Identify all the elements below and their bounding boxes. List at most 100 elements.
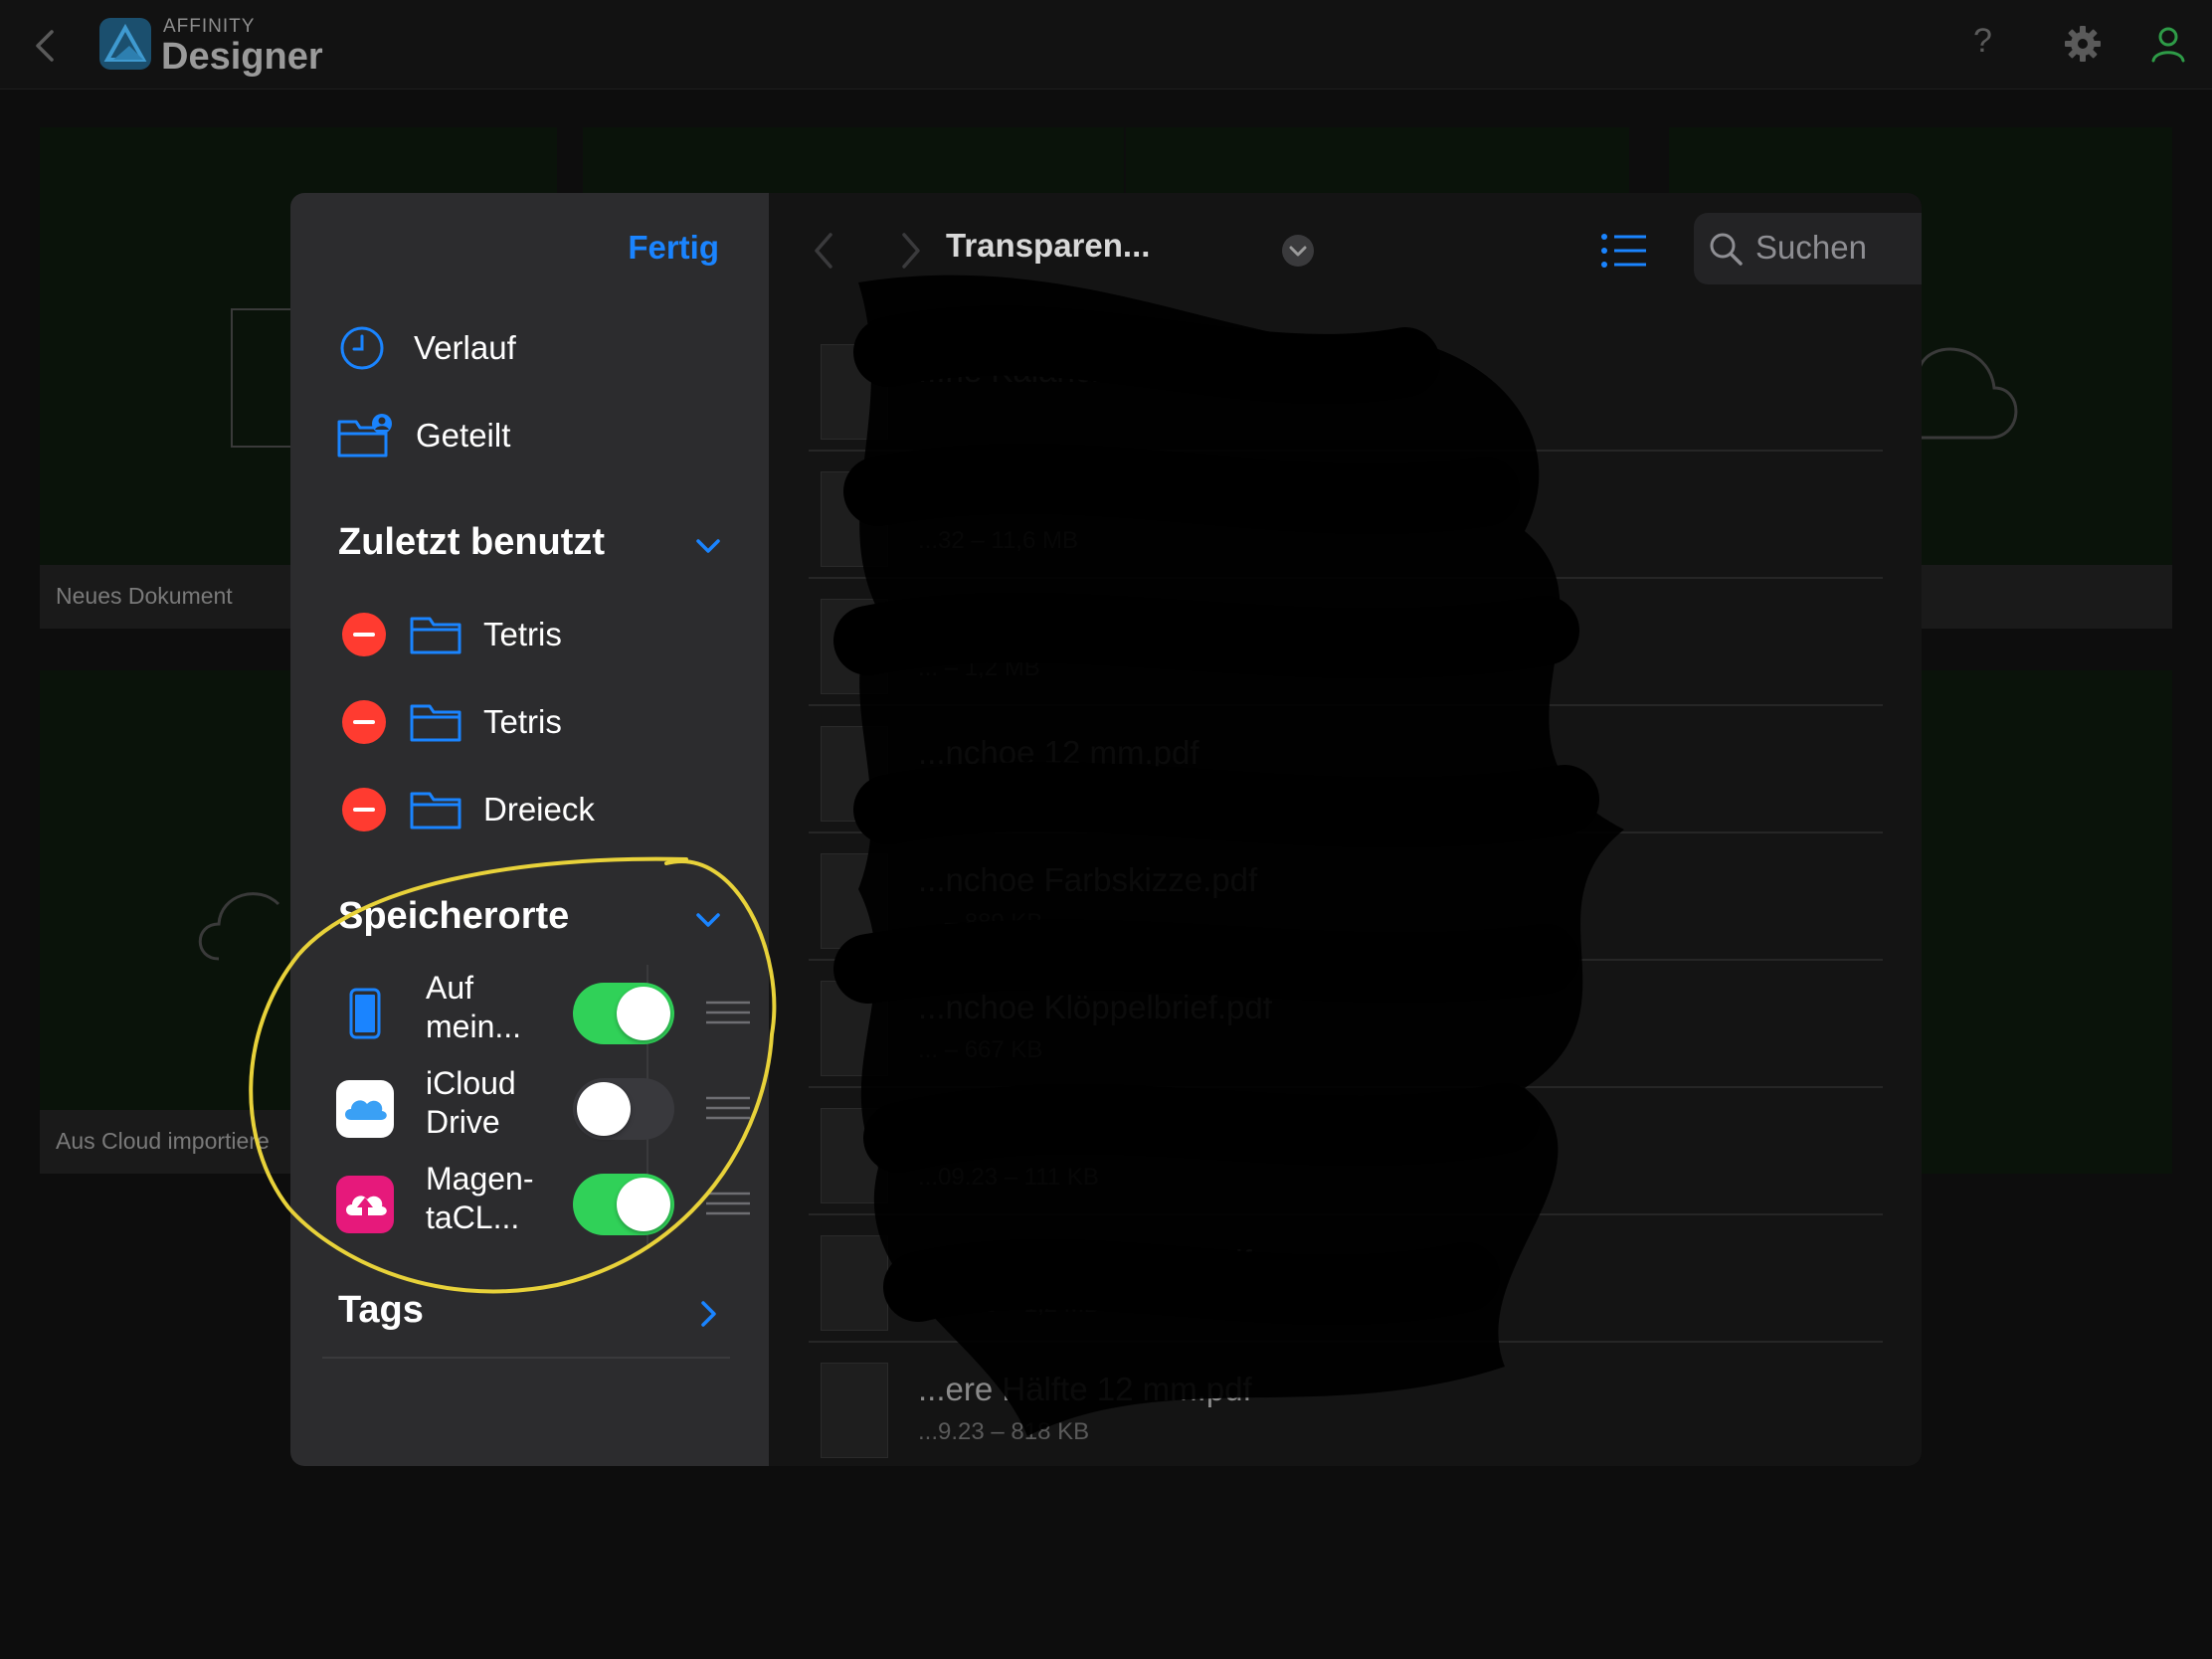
file-picker-sidebar: Fertig Verlauf Geteilt Zuletzt benutzt T…	[290, 193, 769, 1466]
affinity-designer-logo	[99, 18, 151, 70]
file-name: ...ne Kalanchoe Klöppelbrief.pdf	[918, 352, 1383, 389]
help-button[interactable]: ?	[1973, 22, 1992, 61]
file-name: ...nchoe 12 mm.pdf	[918, 734, 1199, 771]
file-name: ...nchoe vergrößert 10 mm.pdf	[918, 1116, 1360, 1153]
done-button[interactable]: Fertig	[628, 229, 719, 267]
location-label: Auf mein...	[426, 969, 555, 1046]
recent-item[interactable]: Dreieck	[342, 780, 595, 839]
file-meta: ...32 – 11,6 MB	[918, 527, 1078, 554]
file-meta: ...9.23 – 818 KB	[918, 1418, 1090, 1445]
folder-icon	[410, 704, 461, 742]
current-folder-title: Transparen...	[946, 227, 1151, 264]
file-name: ...nchoe Klöppelbrief.pdf	[918, 989, 1272, 1025]
app-toolbar: AFFINITY Designer ?	[0, 0, 2212, 90]
ipad-icon	[349, 988, 381, 1039]
file-name: Kalanchoe.afdesign	[918, 479, 1206, 516]
gear-icon[interactable]	[2063, 24, 2103, 64]
search-field[interactable]: Suchen	[1694, 213, 1922, 284]
file-picker-dialog: Fertig Verlauf Geteilt Zuletzt benutzt T…	[290, 193, 1922, 1466]
file-row[interactable]: ...ere Hälfte 10 mm.pdf ...09.23 – 1,2 MB	[809, 1215, 1883, 1343]
file-name: ...nchoe 10 mm.pdf	[918, 607, 1199, 644]
location-label-line: taCL...	[426, 1199, 520, 1235]
file-row[interactable]: ...ere Hälfte 12 mm.pdf ...9.23 – 818 KB	[809, 1343, 1883, 1466]
location-label-line: Drive	[426, 1104, 500, 1140]
chevron-right-icon[interactable]	[693, 1299, 723, 1329]
magentacloud-icon	[336, 1176, 394, 1233]
drag-handle-icon[interactable]	[706, 999, 750, 1026]
file-meta: ...09.23 – 1,2 MB	[918, 1291, 1100, 1318]
location-label: Magen- taCL...	[426, 1160, 555, 1237]
sidebar-item-label: Geteilt	[416, 417, 511, 454]
forward-arrow-icon[interactable]	[896, 229, 926, 273]
location-label-line: Auf	[426, 970, 474, 1006]
file-meta: ...9.23 – 1,5 MB	[918, 782, 1087, 809]
file-row[interactable]: ...nchoe vergrößert 10 mm.pdf ...09.23 – …	[809, 1088, 1883, 1215]
file-thumbnail	[821, 1235, 888, 1331]
file-thumbnail	[821, 599, 888, 694]
sidebar-item-label: Verlauf	[414, 329, 516, 366]
file-browser: Transparen... Suchen ...ne Kalanchoe Klö…	[769, 193, 1922, 1466]
location-item-magentacloud[interactable]: Magen- taCL...	[336, 1160, 750, 1249]
back-arrow-icon[interactable]	[809, 229, 838, 273]
file-row[interactable]: Kalanchoe.afdesign ...32 – 11,6 MB	[809, 452, 1883, 579]
file-meta: ... – 667 KB	[918, 1036, 1043, 1063]
drag-handle-icon[interactable]	[706, 1190, 750, 1217]
clock-icon	[340, 326, 384, 370]
shared-folder-icon	[337, 414, 392, 458]
location-label-line: Magen-	[426, 1161, 534, 1197]
file-name: ...ere Hälfte 10 mm.pdf	[918, 1243, 1252, 1280]
file-thumbnail	[821, 726, 888, 822]
recent-item[interactable]: Tetris	[342, 692, 562, 752]
person-icon[interactable]	[2148, 24, 2188, 64]
list-view-icon[interactable]	[1600, 231, 1648, 271]
card-label	[1918, 565, 2172, 629]
file-thumbnail	[821, 1108, 888, 1203]
remove-icon[interactable]	[342, 613, 386, 656]
recent-item[interactable]: Tetris	[342, 605, 562, 664]
file-thumbnail	[821, 981, 888, 1076]
remove-icon[interactable]	[342, 788, 386, 831]
search-icon	[1710, 233, 1743, 266]
file-meta: ... – 889 KB	[918, 909, 1043, 936]
location-label-line: iCloud	[426, 1065, 516, 1101]
folder-icon	[410, 792, 461, 830]
location-label-line: mein...	[426, 1009, 522, 1044]
remove-icon[interactable]	[342, 700, 386, 744]
location-toggle[interactable]	[573, 1078, 674, 1140]
file-name: ...nchoe Farbskizze.pdf	[918, 861, 1258, 898]
file-thumbnail	[821, 471, 888, 567]
app-name: Designer	[161, 36, 323, 78]
chevron-down-icon[interactable]	[693, 905, 723, 935]
recent-item-label: Tetris	[483, 703, 562, 740]
location-item-on-my-ipad[interactable]: Auf mein...	[336, 969, 750, 1058]
location-toggle[interactable]	[573, 1174, 674, 1235]
sidebar-item-shared[interactable]: Geteilt	[336, 406, 510, 465]
file-row[interactable]: ...nchoe Farbskizze.pdf ... – 889 KB	[809, 833, 1883, 961]
chevron-left-icon[interactable]	[28, 26, 64, 66]
file-thumbnail	[821, 853, 888, 949]
toggle-knob	[617, 1178, 670, 1231]
tags-section-title[interactable]: Tags	[338, 1289, 424, 1332]
chevron-down-icon[interactable]	[693, 531, 723, 561]
divider	[322, 1357, 730, 1359]
brand-small-label: AFFINITY	[163, 16, 256, 37]
location-item-icloud-drive[interactable]: iCloud Drive	[336, 1064, 750, 1154]
drag-handle-icon[interactable]	[706, 1094, 750, 1122]
file-row[interactable]: ...ne Kalanchoe Klöppelbrief.pdf	[809, 324, 1883, 452]
recent-item-label: Dreieck	[483, 791, 595, 828]
file-thumbnail	[821, 1363, 888, 1458]
locations-section-title: Speicherorte	[338, 895, 570, 937]
file-meta: ...09.23 – 111 KB	[918, 1164, 1099, 1191]
chevron-down-circle-icon[interactable]	[1280, 233, 1316, 269]
recent-section-title: Zuletzt benutzt	[338, 521, 606, 563]
location-toggle[interactable]	[573, 983, 674, 1044]
toggle-knob	[577, 1082, 631, 1136]
file-row[interactable]: ...nchoe Klöppelbrief.pdf ... – 667 KB	[809, 961, 1883, 1088]
location-label: iCloud Drive	[426, 1064, 555, 1142]
folder-icon	[410, 617, 461, 654]
sidebar-item-recents[interactable]: Verlauf	[338, 318, 516, 378]
file-row[interactable]: ...nchoe 10 mm.pdf ... – 1,2 MB	[809, 579, 1883, 706]
file-row[interactable]: ...nchoe 12 mm.pdf ...9.23 – 1,5 MB	[809, 706, 1883, 833]
cloud-outline-icon	[1918, 347, 2018, 440]
toggle-knob	[617, 987, 670, 1040]
